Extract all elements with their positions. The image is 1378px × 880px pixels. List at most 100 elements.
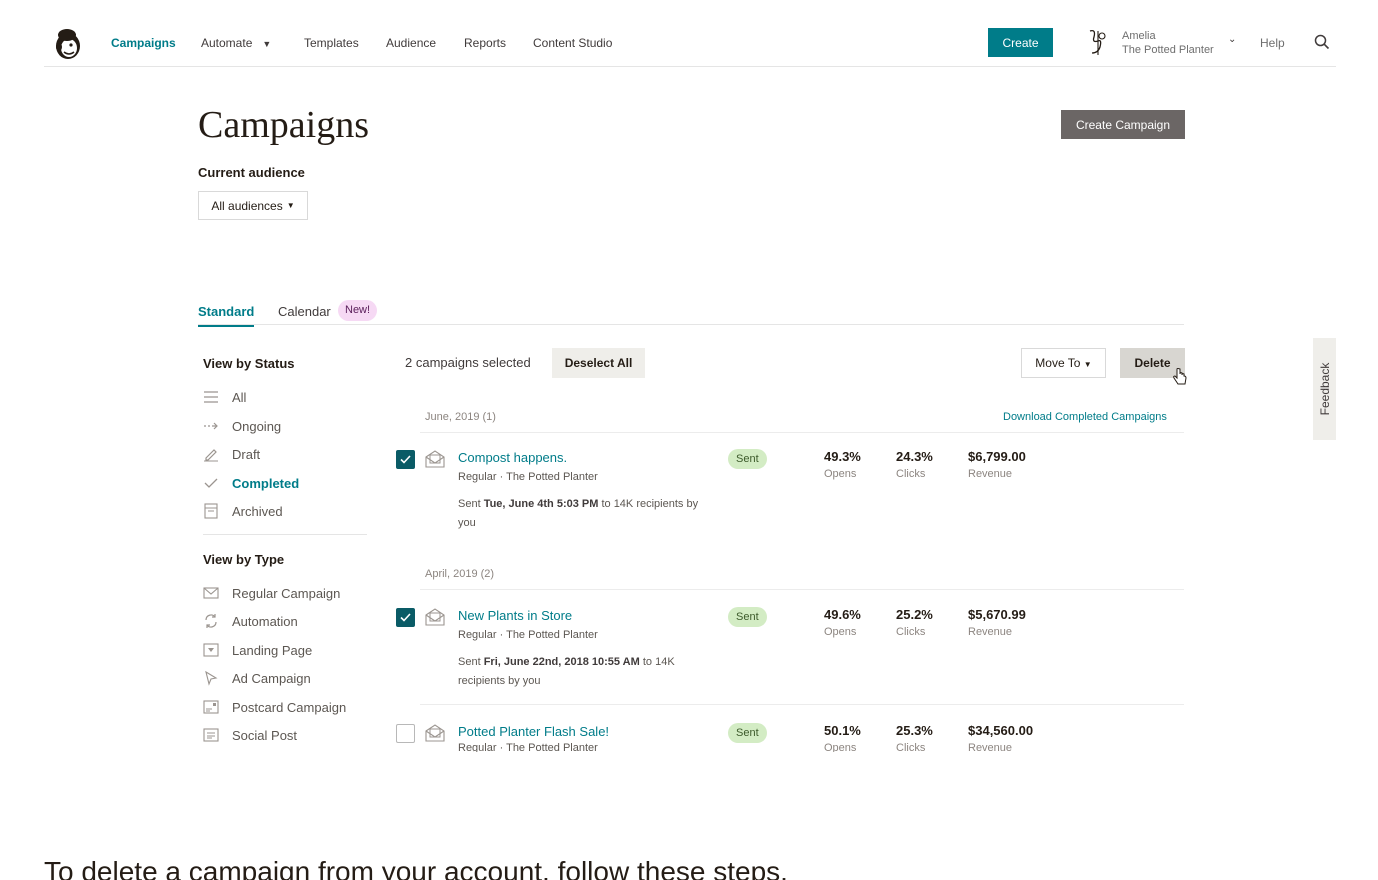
sidebar-item-label: Ad Campaign — [232, 670, 311, 686]
account-switcher[interactable]: Amelia The Potted Planter — [1122, 29, 1214, 57]
nav-automate-label: Automate — [201, 36, 253, 50]
group-heading: April, 2019 (2) — [425, 568, 495, 580]
nav-automate[interactable]: Automate ▼ — [201, 36, 271, 50]
regular-campaign-icon — [425, 450, 445, 468]
page-title: Campaigns — [198, 104, 369, 146]
clicks-stat: 25.2% Clicks — [896, 607, 933, 638]
new-badge: New! — [338, 300, 378, 321]
nav-campaigns[interactable]: Campaigns — [111, 36, 176, 50]
nav-reports[interactable]: Reports — [464, 36, 506, 50]
cursor-icon — [203, 670, 219, 686]
create-button[interactable]: Create — [988, 28, 1053, 57]
list-viewport: Potted Planter Flash Sale! Regular · The… — [0, 700, 1378, 752]
clicks-stat: 24.3% Clicks — [896, 449, 933, 480]
current-audience-label: Current audience — [198, 165, 305, 180]
feedback-tab[interactable]: Feedback — [1313, 338, 1336, 440]
mailchimp-logo-icon[interactable] — [52, 26, 84, 62]
campaign-sent-info: Sent Tue, June 4th 5:03 PM to 14K recipi… — [458, 498, 699, 529]
download-completed-campaigns-link[interactable]: Download Completed Campaigns — [1003, 411, 1167, 423]
campaign-subtitle: Regular · The Potted Planter — [458, 629, 598, 641]
nav-help[interactable]: Help — [1260, 36, 1285, 50]
regular-campaign-icon — [425, 608, 445, 626]
clicks-stat: 25.3% Clicks — [896, 723, 933, 752]
campaign-checkbox[interactable] — [396, 450, 415, 469]
pencil-icon — [203, 446, 219, 462]
check-icon — [203, 475, 219, 491]
search-icon[interactable] — [1314, 34, 1330, 50]
feedback-label: Feedback — [1317, 362, 1332, 416]
campaign-tabs: Standard Calendar New! — [198, 300, 1184, 327]
deselect-all-button[interactable]: Deselect All — [552, 348, 645, 378]
move-to-button[interactable]: Move To ▼ — [1021, 348, 1106, 378]
tab-calendar[interactable]: Calendar — [278, 304, 331, 319]
audience-select[interactable]: All audiences ▼ — [198, 191, 308, 220]
top-navigation: Campaigns Automate ▼ Templates Audience R… — [44, 0, 1336, 67]
sidebar-item-label: Regular Campaign — [232, 585, 341, 601]
chevron-down-icon: ▼ — [286, 201, 295, 210]
campaign-title-link[interactable]: New Plants in Store — [458, 608, 572, 623]
campaign-subtitle: Regular · The Potted Planter — [458, 471, 598, 483]
divider — [420, 432, 1184, 433]
audience-select-value: All audiences — [211, 198, 283, 213]
sidebar-item-all[interactable]: All — [203, 388, 246, 406]
sidebar-divider — [203, 534, 367, 535]
move-to-label: Move To — [1035, 356, 1081, 370]
arrow-right-icon — [203, 418, 219, 434]
opens-stat: 49.3% Opens — [824, 449, 861, 480]
opens-stat: 49.6% Opens — [824, 607, 861, 638]
create-campaign-button[interactable]: Create Campaign — [1061, 110, 1185, 139]
nav-audience[interactable]: Audience — [386, 36, 436, 50]
divider — [420, 589, 1184, 590]
sidebar-item-ad-campaign[interactable]: Ad Campaign — [203, 669, 311, 687]
sidebar-item-automation[interactable]: Automation — [203, 612, 298, 630]
revenue-stat: $6,799.00 Revenue — [968, 449, 1026, 480]
archive-icon — [203, 503, 219, 519]
hand-cursor-icon — [1173, 368, 1187, 385]
instructions-heading: To delete a campaign from your account, … — [44, 856, 788, 880]
list-icon — [203, 389, 219, 405]
sidebar-item-label: Archived — [232, 503, 283, 519]
sidebar-item-label: Draft — [232, 446, 261, 462]
opens-stat: 50.1% Opens — [824, 723, 861, 752]
campaign-subtitle: Regular · The Potted Planter — [458, 742, 598, 752]
sidebar-item-regular-campaign[interactable]: Regular Campaign — [203, 584, 340, 602]
campaign-title-link[interactable]: Compost happens. — [458, 450, 567, 465]
sidebar-item-ongoing[interactable]: Ongoing — [203, 417, 281, 435]
revenue-stat: $34,560.00 Revenue — [968, 723, 1034, 752]
sidebar-item-draft[interactable]: Draft — [203, 445, 260, 463]
view-by-status-heading: View by Status — [203, 356, 295, 371]
campaign-checkbox[interactable] — [396, 724, 415, 743]
landing-page-icon — [203, 642, 219, 658]
refresh-icon — [203, 613, 219, 629]
status-badge: Sent — [728, 607, 767, 627]
revenue-stat: $5,670.99 Revenue — [968, 607, 1026, 638]
sidebar-item-label: Ongoing — [232, 418, 282, 434]
check-icon — [400, 455, 411, 464]
campaign-checkbox[interactable] — [396, 608, 415, 627]
account-org: The Potted Planter — [1122, 44, 1214, 56]
account-avatar-icon[interactable] — [1084, 27, 1108, 57]
status-badge: Sent — [728, 449, 767, 469]
envelope-icon — [203, 585, 219, 601]
nav-templates[interactable]: Templates — [304, 36, 359, 50]
campaign-sent-info: Sent Fri, June 22nd, 2018 10:55 AM to 14… — [458, 656, 675, 687]
sidebar-item-label: Landing Page — [232, 642, 313, 658]
tab-standard[interactable]: Standard — [198, 304, 255, 327]
status-badge: Sent — [728, 723, 767, 743]
selected-count: 2 campaigns selected — [405, 355, 531, 370]
chevron-down-icon: ▼ — [262, 39, 272, 49]
campaign-title-link[interactable]: Potted Planter Flash Sale! — [458, 724, 609, 739]
nav-content-studio[interactable]: Content Studio — [533, 36, 612, 50]
sidebar-item-landing-page[interactable]: Landing Page — [203, 641, 312, 659]
sidebar-item-archived[interactable]: Archived — [203, 502, 283, 520]
check-icon — [400, 613, 411, 622]
sidebar-item-completed[interactable]: Completed — [203, 474, 299, 492]
sidebar-item-label: Completed — [232, 475, 300, 491]
view-by-type-heading: View by Type — [203, 552, 285, 567]
sidebar-item-label: Automation — [232, 613, 298, 629]
group-heading: June, 2019 (1) — [425, 411, 496, 423]
regular-campaign-icon — [425, 724, 445, 742]
account-chevron-down-icon[interactable]: ⌄ — [1228, 34, 1236, 45]
chevron-down-icon: ▼ — [1083, 360, 1092, 369]
sidebar-item-label: All — [232, 389, 247, 405]
